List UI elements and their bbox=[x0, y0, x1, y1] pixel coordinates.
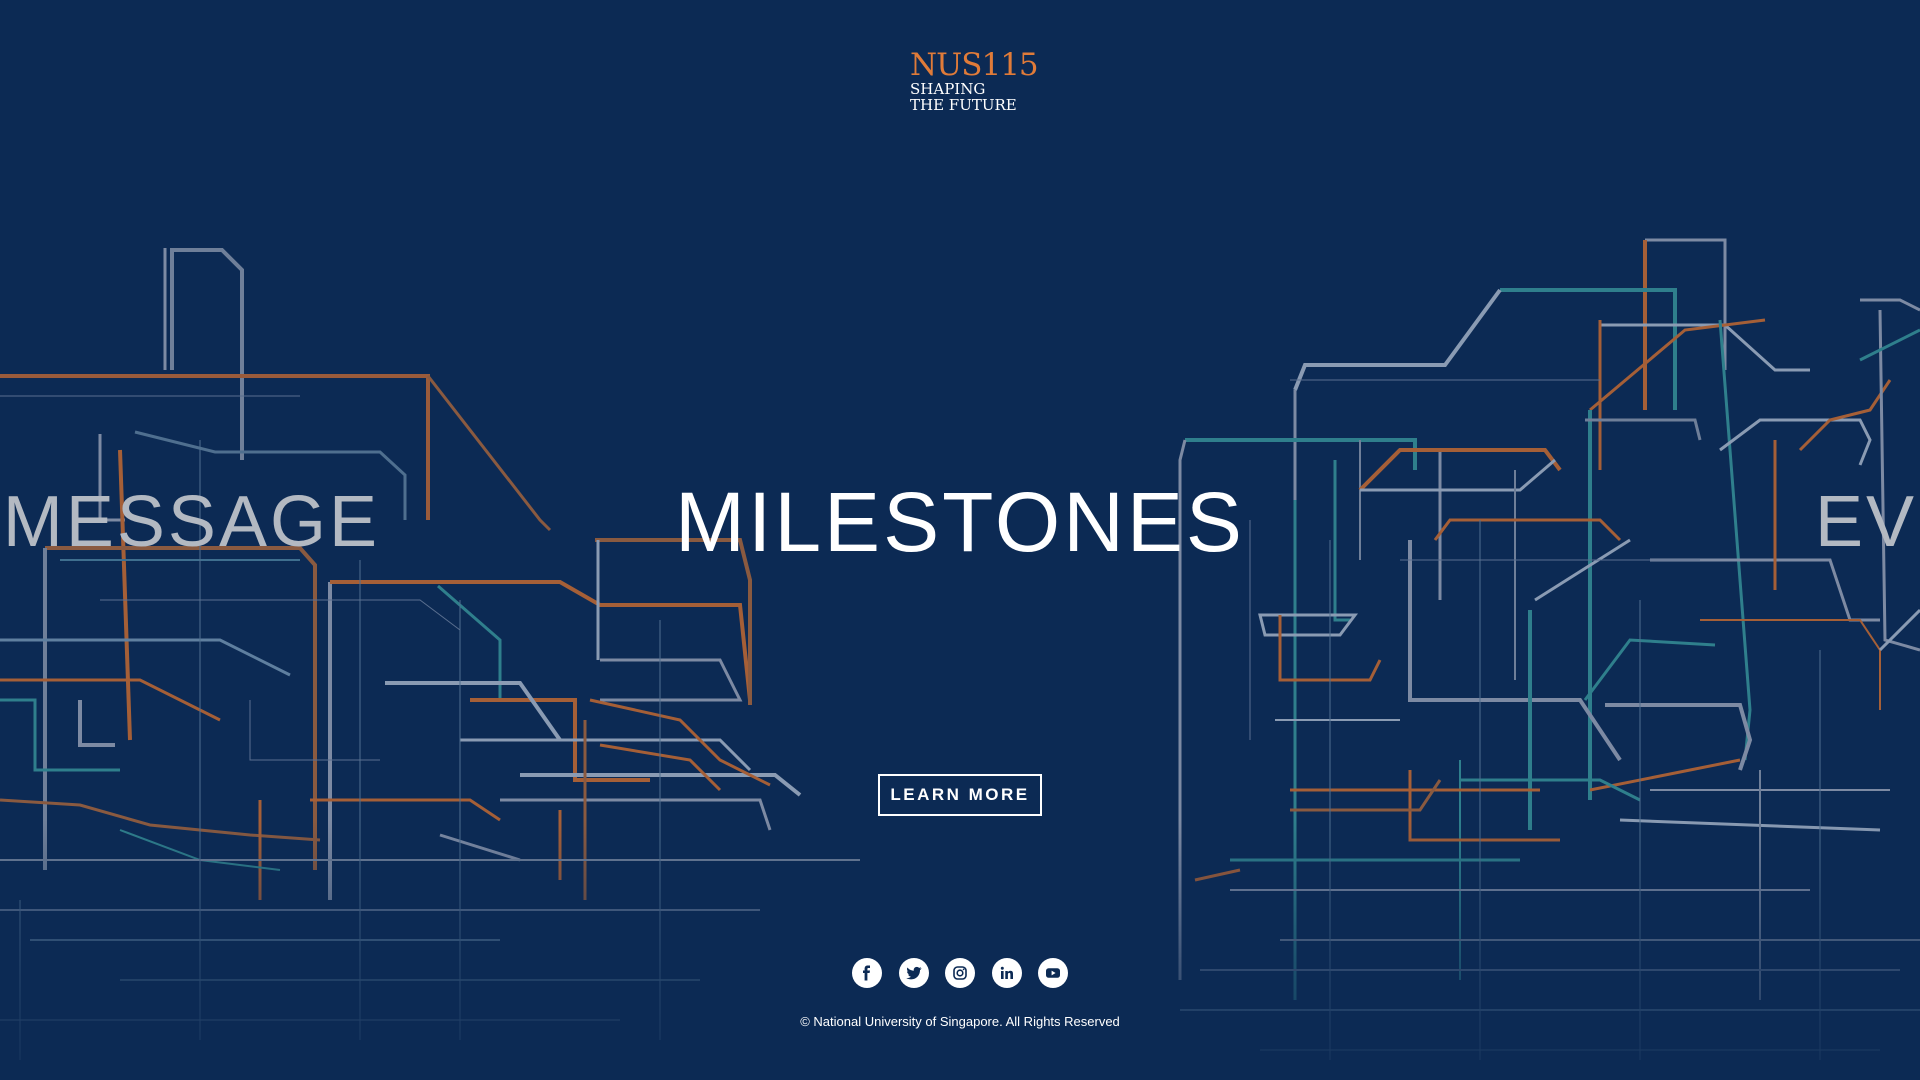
logo-tagline-line-1: SHAPING bbox=[910, 80, 986, 98]
social-links bbox=[852, 958, 1068, 990]
facebook-link[interactable] bbox=[852, 958, 882, 988]
learn-more-button[interactable]: LEARN MORE bbox=[878, 774, 1042, 816]
carousel-next-slide-title[interactable]: EVI bbox=[1815, 486, 1920, 558]
copyright-text: © National University of Singapore. All … bbox=[800, 1014, 1120, 1029]
carousel-current-slide-title: MILESTONES bbox=[675, 475, 1245, 569]
left-building-cluster bbox=[0, 248, 860, 1060]
nus115-logo[interactable]: NUS115 SHAPING THE FUTURE bbox=[910, 47, 1039, 114]
logo-brand: NUS115 bbox=[910, 47, 1039, 83]
twitter-icon bbox=[905, 966, 921, 980]
youtube-link[interactable] bbox=[1038, 958, 1068, 988]
linkedin-icon bbox=[1000, 966, 1013, 979]
instagram-link[interactable] bbox=[945, 958, 975, 988]
youtube-icon bbox=[1046, 968, 1060, 978]
logo-tagline-line-2: THE FUTURE bbox=[910, 96, 1017, 114]
instagram-icon bbox=[953, 966, 967, 980]
facebook-icon bbox=[863, 965, 870, 981]
twitter-link[interactable] bbox=[898, 958, 929, 988]
linkedin-link[interactable] bbox=[991, 958, 1022, 988]
right-building-cluster bbox=[1178, 238, 1920, 1060]
